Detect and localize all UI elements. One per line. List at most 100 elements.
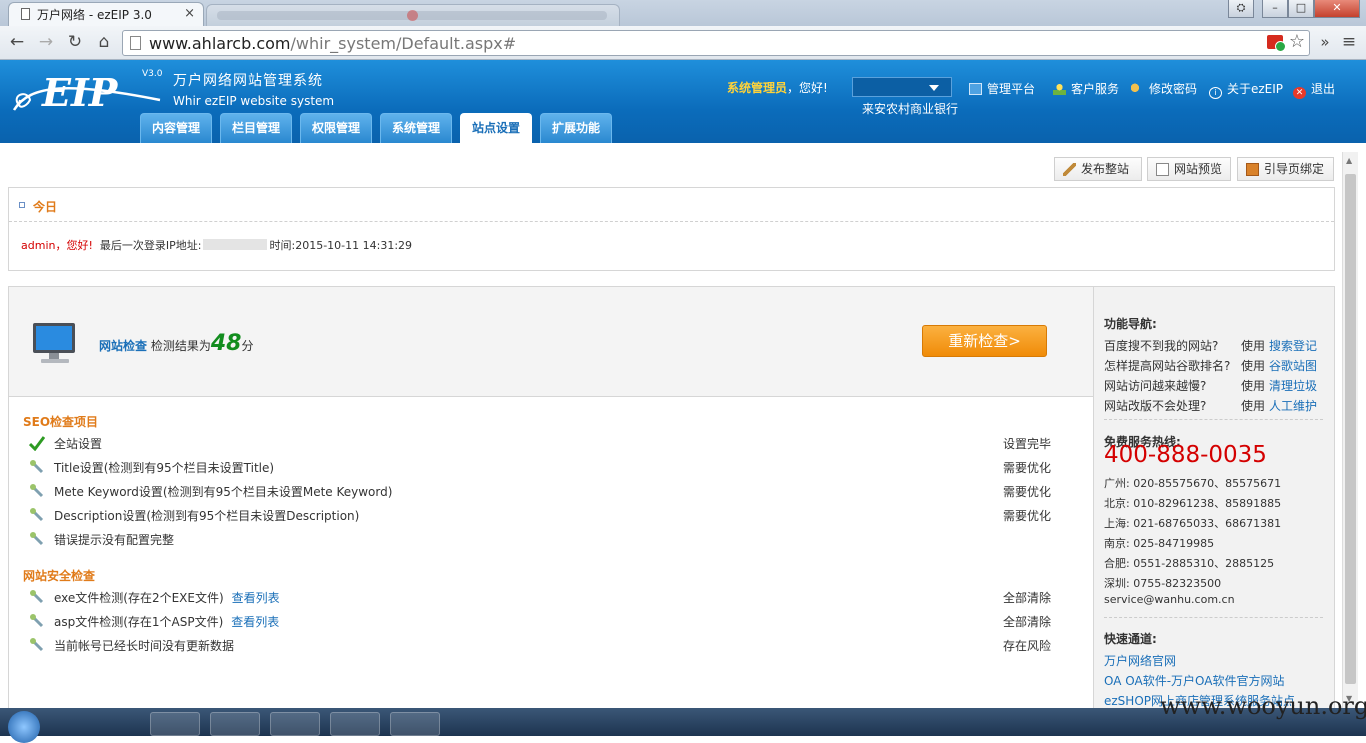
- greeting-text: ，您好!: [787, 81, 828, 95]
- app-header: EIP V3.0 万户网络网站管理系统 Whir ezEIP website s…: [0, 60, 1366, 143]
- security-item-status: 全部清除: [1003, 615, 1052, 629]
- ip-address-redacted: [203, 239, 268, 250]
- divider: [1104, 617, 1323, 618]
- last-login-label: 最后一次登录IP地址:: [99, 239, 202, 252]
- help-action-link[interactable]: 搜索登记: [1269, 337, 1317, 354]
- seo-item-status: 需要优化: [1003, 485, 1052, 499]
- reload-button[interactable]: ↻: [64, 32, 86, 54]
- browser-tab-active[interactable]: 万户网络 - ezEIP 3.0 ×: [8, 2, 204, 26]
- forward-button[interactable]: →: [35, 32, 57, 54]
- guide-page-bind-label: 引导页绑定: [1264, 162, 1325, 176]
- view-list-link[interactable]: 查看列表: [232, 591, 280, 605]
- address-bar[interactable]: www.ahlarcb.com/whir_system/Default.aspx…: [122, 30, 1310, 56]
- taskbar-app[interactable]: [150, 712, 200, 736]
- tab-site-settings[interactable]: 站点设置: [460, 113, 532, 143]
- monitor-icon: [33, 323, 75, 363]
- logo-text: EIP: [41, 70, 119, 115]
- header-link-about[interactable]: i 关于ezEIP: [1209, 80, 1283, 99]
- seo-item: Description设置(检测到有95个栏目未设置Description) 需…: [29, 505, 1071, 525]
- help-question: 怎样提高网站谷歌排名? 使用 谷歌站图: [1104, 357, 1317, 374]
- question-text: 网站访问越来越慢?: [1104, 379, 1207, 393]
- time-label: 时间:: [269, 239, 296, 252]
- taskbar-app[interactable]: [330, 712, 380, 736]
- tab-column-management[interactable]: 栏目管理: [220, 113, 292, 143]
- site-preview-label: 网站预览: [1174, 162, 1223, 176]
- watermark: www.wooyun.org: [1160, 692, 1366, 720]
- user-role: 系统管理员: [727, 81, 788, 95]
- start-button[interactable]: [8, 711, 40, 743]
- window-close-button[interactable]: ✕: [1314, 0, 1360, 18]
- question-text: 怎样提高网站谷歌排名?: [1104, 359, 1231, 373]
- header-link-admin-platform[interactable]: 管理平台: [969, 80, 1035, 97]
- browser-tab-bar: 万户网络 - ezEIP 3.0 × ⛭ – □ ✕: [0, 0, 1366, 26]
- browser-toolbar: ← → ↻ ⌂ www.ahlarcb.com/whir_system/Defa…: [0, 26, 1366, 60]
- minimize-button[interactable]: –: [1262, 0, 1288, 18]
- tab-permission-management[interactable]: 权限管理: [300, 113, 372, 143]
- header-link-customer-service[interactable]: 客户服务: [1053, 80, 1119, 97]
- main-content: 发布整站 网站预览 引导页绑定 今日 admin，您好! 最后一次登录IP地址:…: [0, 143, 1342, 708]
- use-label: 使用: [1241, 339, 1266, 353]
- help-action-link[interactable]: 人工维护: [1269, 397, 1317, 414]
- tab-content-management[interactable]: 内容管理: [140, 113, 212, 143]
- browser-tab-background[interactable]: [206, 4, 620, 26]
- security-item-status: 全部清除: [1003, 591, 1052, 605]
- tab-system-management[interactable]: 系统管理: [380, 113, 452, 143]
- header-link-label: 管理平台: [987, 82, 1036, 96]
- site-check-link[interactable]: 网站检查: [99, 339, 147, 353]
- book-icon: [1246, 163, 1259, 176]
- site-check-panel: 网站检查 检测结果为48分 重新检查> SEO检查项目 全站设置 设置完毕 Ti…: [8, 286, 1335, 708]
- home-button[interactable]: ⌂: [93, 32, 115, 54]
- quick-link[interactable]: 万户网络官网: [1104, 652, 1176, 669]
- publish-site-button[interactable]: 发布整站: [1054, 157, 1142, 181]
- city-phone: 深圳: 0755-82323500: [1104, 577, 1222, 590]
- check-result-prefix: 检测结果为: [147, 339, 211, 353]
- back-button[interactable]: ←: [6, 32, 28, 54]
- taskbar-app[interactable]: [270, 712, 320, 736]
- logo-version: V3.0: [142, 69, 163, 79]
- header-link-label: 修改密码: [1149, 82, 1198, 96]
- tab-extensions[interactable]: 扩展功能: [540, 113, 612, 143]
- page-scrollbar[interactable]: ▲ ▼: [1342, 152, 1358, 708]
- site-name: 来安农村商业银行: [862, 102, 959, 116]
- user-greeting: 系统管理员，您好!: [727, 79, 828, 96]
- seo-item-text: Mete Keyword设置(检测到有95个栏目未设置Mete Keyword): [54, 485, 393, 499]
- today-panel: 今日 admin，您好! 最后一次登录IP地址: 时间:2015-10-11 14…: [8, 187, 1335, 271]
- extension-flag-icon[interactable]: [1267, 35, 1286, 52]
- security-item: asp文件检测(存在1个ASP文件) 查看列表 全部清除: [29, 611, 1071, 631]
- seo-item: Mete Keyword设置(检测到有95个栏目未设置Mete Keyword)…: [29, 481, 1071, 501]
- logo-title-block: 万户网络网站管理系统 Whir ezEIP website system: [173, 70, 334, 108]
- recheck-button[interactable]: 重新检查>: [922, 325, 1047, 357]
- guide-page-bind-button[interactable]: 引导页绑定: [1237, 157, 1334, 181]
- user-profile-button[interactable]: ⛭: [1228, 0, 1254, 18]
- taskbar-app[interactable]: [390, 712, 440, 736]
- use-label: 使用: [1241, 359, 1266, 373]
- more-bookmarks-button[interactable]: »: [1314, 32, 1336, 54]
- header-link-logout[interactable]: ✕ 退出: [1293, 80, 1335, 99]
- scroll-up-icon[interactable]: ▲: [1346, 156, 1352, 165]
- browser-menu-button[interactable]: ≡: [1338, 32, 1360, 54]
- close-tab-icon[interactable]: ×: [184, 6, 195, 21]
- help-action-link[interactable]: 清理垃圾: [1269, 377, 1317, 394]
- quick-link[interactable]: OA OA软件-万户OA软件官方网站: [1104, 672, 1284, 689]
- browser-chrome: 万户网络 - ezEIP 3.0 × ⛭ – □ ✕ ← → ↻ ⌂ www.a…: [0, 0, 1366, 60]
- maximize-button[interactable]: □: [1288, 0, 1314, 18]
- city-phone: 上海: 021-68765033、68671381: [1104, 517, 1282, 530]
- nav-title: 功能导航:: [1104, 317, 1157, 331]
- scrollbar-thumb[interactable]: [1345, 174, 1356, 684]
- wrench-icon: [30, 484, 44, 498]
- site-select-dropdown[interactable]: [852, 77, 952, 97]
- bookmark-star-icon[interactable]: ☆: [1289, 31, 1305, 52]
- security-item: exe文件检测(存在2个EXE文件) 查看列表 全部清除: [29, 587, 1071, 607]
- use-label: 使用: [1241, 379, 1266, 393]
- help-action-link[interactable]: 谷歌站图: [1269, 357, 1317, 374]
- wrench-icon: [30, 614, 44, 628]
- check-summary: 网站检查 检测结果为48分 重新检查>: [9, 287, 1093, 397]
- exit-icon: ✕: [1293, 87, 1306, 99]
- login-time: 2015-10-11 14:31:29: [295, 239, 413, 252]
- security-item-desc: asp文件检测(存在1个ASP文件): [54, 615, 224, 629]
- view-list-link[interactable]: 查看列表: [231, 615, 279, 629]
- header-link-change-password[interactable]: 修改密码: [1131, 80, 1197, 97]
- taskbar-app[interactable]: [210, 712, 260, 736]
- site-preview-button[interactable]: 网站预览: [1147, 157, 1231, 181]
- check-score: 48: [210, 331, 242, 356]
